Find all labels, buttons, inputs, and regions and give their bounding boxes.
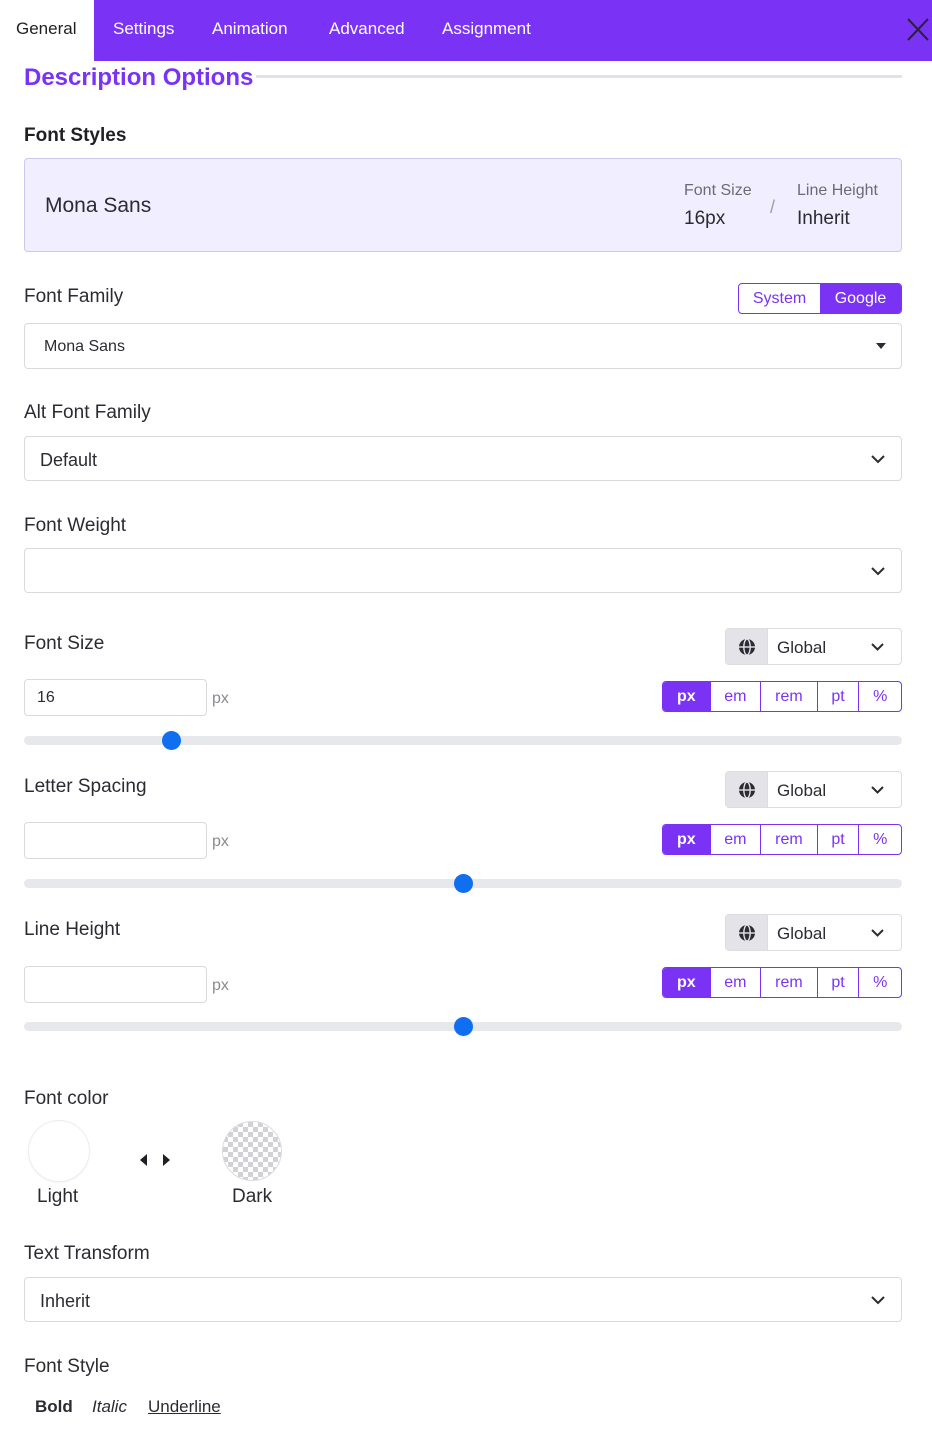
line-height-unit-px[interactable]: px (663, 968, 710, 997)
letter-spacing-scope-select[interactable]: Global (725, 771, 902, 808)
line-height-input[interactable] (24, 966, 207, 1003)
line-height-unit-em[interactable]: em (709, 968, 761, 997)
chevron-down-icon (871, 643, 884, 651)
dark-color-label: Dark (232, 1186, 273, 1207)
chevron-down-icon (871, 455, 885, 464)
font-family-label: Font Family (24, 286, 124, 307)
font-style-bold-button[interactable]: Bold (35, 1397, 73, 1417)
globe-icon-box (726, 629, 768, 664)
close-icon (907, 18, 929, 41)
font-family-select[interactable]: Mona Sans (24, 323, 902, 369)
letter-spacing-unit-rem[interactable]: rem (760, 825, 817, 854)
line-height-unit-percent[interactable]: % (858, 968, 901, 997)
letter-spacing-unit-px[interactable]: px (663, 825, 710, 854)
font-source-system[interactable]: System (739, 284, 820, 313)
preview-line-height-value: Inherit (797, 208, 850, 229)
letter-spacing-unit-percent[interactable]: % (858, 825, 901, 854)
letter-spacing-slider[interactable] (24, 874, 902, 893)
font-preview-box[interactable]: Mona Sans Font Size 16px / Line Height I… (24, 158, 902, 252)
line-height-unit-toggle: px em rem pt % (662, 967, 902, 998)
font-color-label: Font color (24, 1088, 109, 1109)
caret-down-icon (876, 343, 886, 349)
line-height-scope-select[interactable]: Global (725, 914, 902, 951)
font-style-label: Font Style (24, 1356, 110, 1377)
font-size-slider-thumb[interactable] (161, 731, 181, 750)
chevron-down-icon (871, 567, 885, 576)
globe-icon (739, 638, 755, 656)
font-size-scope-select[interactable]: Global (725, 628, 902, 665)
font-styles-label: Font Styles (24, 125, 127, 146)
line-height-slider-thumb[interactable] (454, 1017, 473, 1036)
dark-color-swatch[interactable] (222, 1121, 282, 1181)
font-family-value: Mona Sans (44, 338, 125, 355)
section-title: Description Options (24, 64, 254, 91)
line-height-unit-rem[interactable]: rem (760, 968, 817, 997)
font-size-input[interactable]: 16 (24, 679, 207, 716)
font-size-label: Font Size (24, 633, 105, 654)
tab-assignment[interactable]: Assignment (442, 0, 531, 61)
section-divider (256, 75, 902, 78)
swap-arrows-icon[interactable] (138, 1152, 172, 1168)
text-transform-select[interactable]: Inherit (24, 1277, 902, 1322)
letter-spacing-input[interactable] (24, 822, 207, 859)
chevron-down-icon (871, 786, 884, 794)
chevron-down-icon (871, 929, 884, 937)
letter-spacing-slider-thumb[interactable] (454, 874, 473, 893)
preview-line-height-label: Line Height (797, 182, 878, 199)
tab-settings[interactable]: Settings (113, 0, 174, 61)
font-size-slider[interactable] (24, 731, 902, 750)
alt-font-family-label: Alt Font Family (24, 402, 151, 423)
preview-font-size-label: Font Size (684, 182, 752, 199)
chevron-down-icon (871, 1296, 885, 1305)
text-transform-value: Inherit (40, 1291, 91, 1311)
font-source-google[interactable]: Google (820, 284, 901, 313)
font-size-unit-rem[interactable]: rem (760, 682, 817, 711)
tab-animation[interactable]: Animation (212, 0, 288, 61)
tab-general[interactable]: General (0, 0, 94, 61)
text-transform-label: Text Transform (24, 1243, 150, 1264)
font-size-unit-percent[interactable]: % (858, 682, 901, 711)
letter-spacing-unit-em[interactable]: em (709, 825, 761, 854)
font-weight-label: Font Weight (24, 515, 127, 536)
font-style-italic-button[interactable]: Italic (92, 1397, 127, 1417)
line-height-scope-value: Global (777, 924, 827, 943)
alt-font-family-value: Default (40, 450, 98, 470)
font-style-underline-button[interactable]: Underline (148, 1397, 221, 1417)
globe-icon-box (726, 772, 768, 807)
line-height-slider[interactable] (24, 1017, 902, 1036)
font-size-unit-pt[interactable]: pt (816, 682, 859, 711)
tab-bar: General Settings Animation Advanced Assi… (0, 0, 932, 61)
line-height-unit-suffix: px (212, 977, 229, 994)
globe-icon (739, 924, 755, 942)
letter-spacing-scope-value: Global (777, 781, 827, 800)
font-size-unit-em[interactable]: em (709, 682, 761, 711)
light-color-label: Light (37, 1186, 79, 1207)
preview-separator: / (770, 197, 776, 217)
letter-spacing-unit-pt[interactable]: pt (816, 825, 859, 854)
letter-spacing-unit-suffix: px (212, 833, 229, 850)
light-color-swatch[interactable] (29, 1121, 89, 1181)
preview-font-size-value: 16px (684, 208, 726, 229)
line-height-label: Line Height (24, 919, 121, 940)
font-size-scope-value: Global (777, 638, 827, 657)
tab-advanced[interactable]: Advanced (329, 0, 405, 61)
preview-font-name: Mona Sans (45, 194, 152, 217)
font-size-input-value: 16 (37, 689, 55, 706)
letter-spacing-unit-toggle: px em rem pt % (662, 824, 902, 855)
font-source-toggle: System Google (738, 283, 902, 314)
alt-font-family-select[interactable]: Default (24, 436, 902, 481)
letter-spacing-label: Letter Spacing (24, 776, 147, 797)
globe-icon-box (726, 915, 768, 950)
globe-icon (739, 781, 755, 799)
close-button[interactable] (902, 12, 932, 46)
font-size-unit-px[interactable]: px (663, 682, 710, 711)
font-weight-select[interactable] (24, 548, 902, 593)
font-size-unit-toggle: px em rem pt % (662, 681, 902, 712)
line-height-unit-pt[interactable]: pt (816, 968, 859, 997)
font-size-unit-suffix: px (212, 690, 229, 707)
